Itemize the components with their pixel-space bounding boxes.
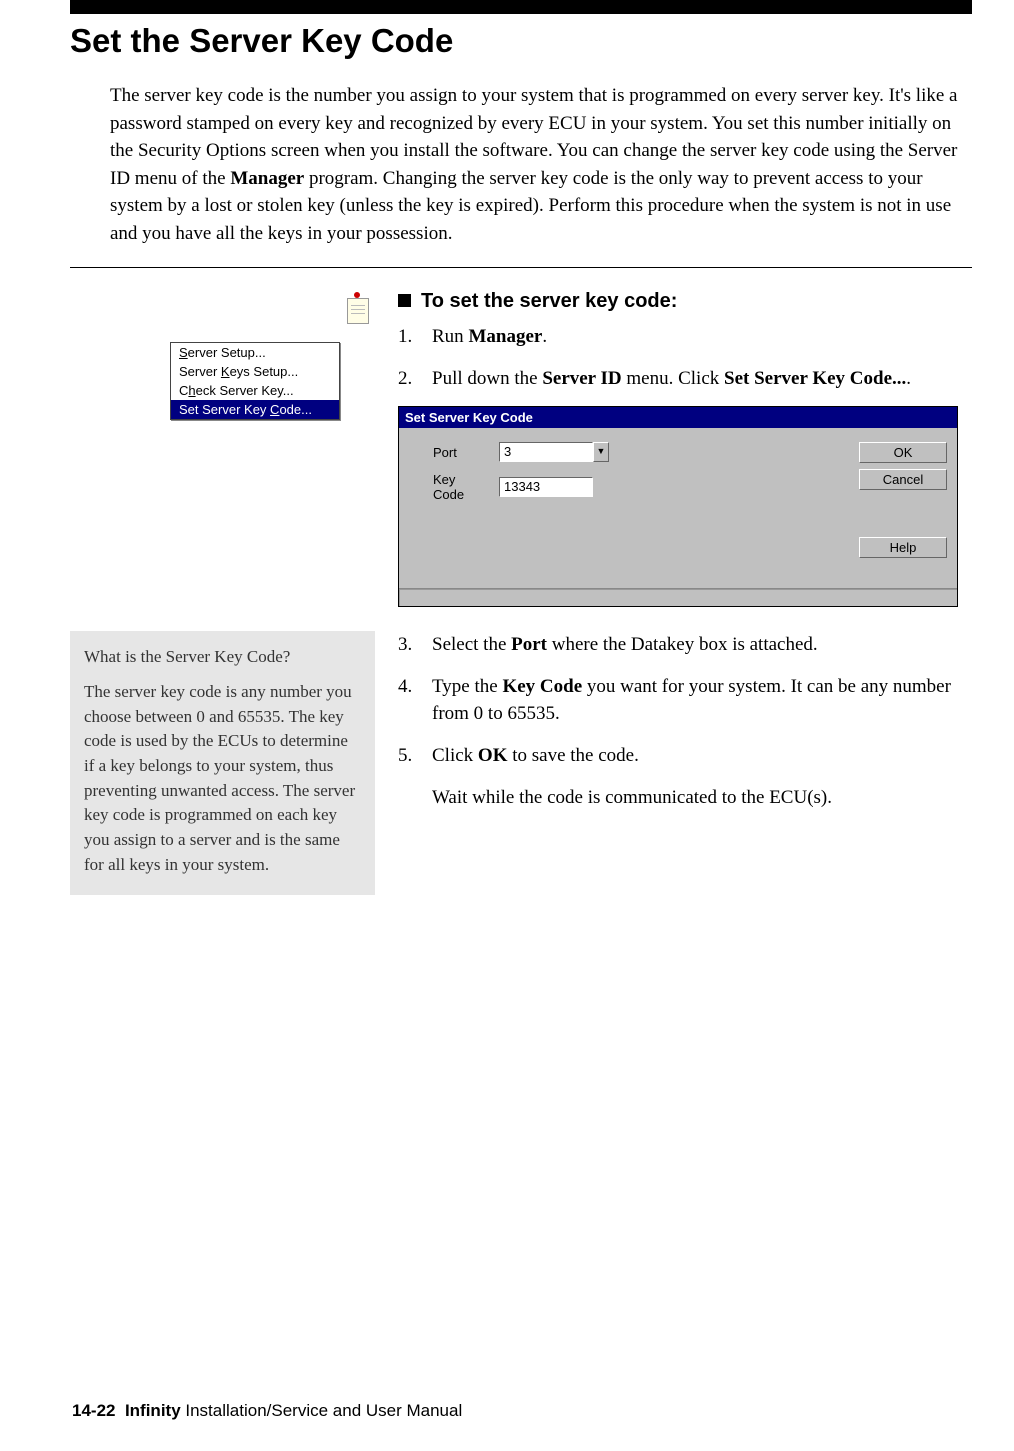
menu-item-0[interactable]: Server Setup... bbox=[171, 343, 339, 362]
bullet-square-icon bbox=[398, 294, 411, 307]
port-combo[interactable]: 3 bbox=[499, 442, 593, 462]
header-bar bbox=[70, 0, 972, 14]
menu-screenshot: Server Setup...Server Keys Setup...Check… bbox=[170, 342, 340, 420]
step-5-sub: Wait while the code is communicated to t… bbox=[398, 784, 964, 812]
menu-item-1[interactable]: Server Keys Setup... bbox=[171, 362, 339, 381]
page-title: Set the Server Key Code bbox=[70, 22, 964, 60]
book-title: Infinity bbox=[125, 1401, 181, 1420]
step-5: Click OK to save the code. bbox=[398, 742, 964, 770]
ok-button[interactable]: OK bbox=[859, 442, 947, 463]
combo-dropdown-icon[interactable]: ▼ bbox=[593, 442, 609, 462]
page-footer: 14-22 Infinity Installation/Service and … bbox=[72, 1401, 462, 1421]
cancel-button[interactable]: Cancel bbox=[859, 469, 947, 490]
step-4: Type the Key Code you want for your syst… bbox=[398, 673, 964, 728]
sidebar-note: What is the Server Key Code? The server … bbox=[70, 631, 375, 895]
sidebar-note-body: The server key code is any number you ch… bbox=[84, 680, 361, 877]
menu-item-2[interactable]: Check Server Key... bbox=[171, 381, 339, 400]
note-icon bbox=[344, 294, 370, 324]
procedure-heading: To set the server key code: bbox=[421, 290, 677, 313]
step-1: Run Manager. bbox=[398, 323, 964, 351]
dialog-set-server-key-code: Set Server Key Code Port 3 ▼ Key Code bbox=[398, 406, 958, 607]
step-3: Select the Port where the Datakey box is… bbox=[398, 631, 964, 659]
keycode-label: Key Code bbox=[409, 472, 489, 502]
keycode-input[interactable]: 13343 bbox=[499, 477, 593, 497]
step-2: Pull down the Server ID menu. Click Set … bbox=[398, 365, 964, 393]
help-button[interactable]: Help bbox=[859, 537, 947, 558]
divider bbox=[70, 267, 972, 268]
page-number: 14-22 bbox=[72, 1401, 115, 1420]
port-label: Port bbox=[409, 445, 489, 460]
intro-paragraph: The server key code is the number you as… bbox=[110, 82, 964, 247]
dialog-title: Set Server Key Code bbox=[399, 407, 957, 428]
footer-tail: Installation/Service and User Manual bbox=[181, 1401, 463, 1420]
sidebar-note-title: What is the Server Key Code? bbox=[84, 645, 361, 670]
dialog-statusbar bbox=[399, 588, 957, 606]
menu-item-3[interactable]: Set Server Key Code... bbox=[171, 400, 339, 419]
